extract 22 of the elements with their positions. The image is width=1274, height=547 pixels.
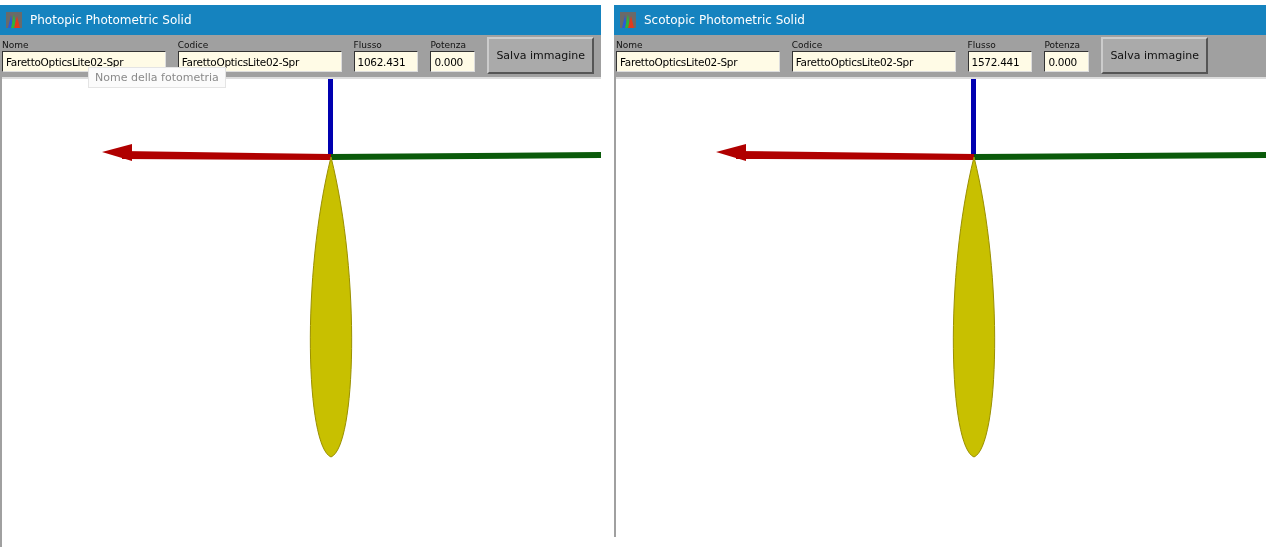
text-field[interactable]: FarettoOpticsLite02-Spr (791, 51, 956, 72)
text-field[interactable]: 0.000 (1044, 51, 1090, 72)
field-label: Nome (2, 40, 30, 51)
text-field[interactable]: 1572.441 (967, 51, 1033, 72)
save-image-button[interactable]: Salva immagine (1101, 37, 1208, 74)
field-label: Codice (791, 40, 824, 51)
field-label: Flusso (967, 40, 997, 51)
field-label: Codice (177, 40, 210, 51)
window-title: Scotopic Photometric Solid (644, 13, 805, 27)
field-label: Potenza (430, 40, 467, 51)
text-field[interactable]: FarettoOpticsLite02-Spr (616, 51, 780, 72)
window-title: Photopic Photometric Solid (30, 13, 192, 27)
field-label: Flusso (353, 40, 383, 51)
text-field[interactable]: 0.000 (430, 51, 476, 72)
save-image-button[interactable]: Salva immagine (487, 37, 594, 74)
field-label: Nome (616, 40, 644, 51)
spectrum-logo-icon (620, 12, 636, 28)
text-field[interactable]: FarettoOpticsLite02-Spr (177, 51, 342, 72)
field-label: Potenza (1044, 40, 1081, 51)
spectrum-logo-icon (6, 12, 22, 28)
text-field[interactable]: 1062.431 (353, 51, 419, 72)
tooltip: Nome della fotometria (88, 67, 226, 88)
